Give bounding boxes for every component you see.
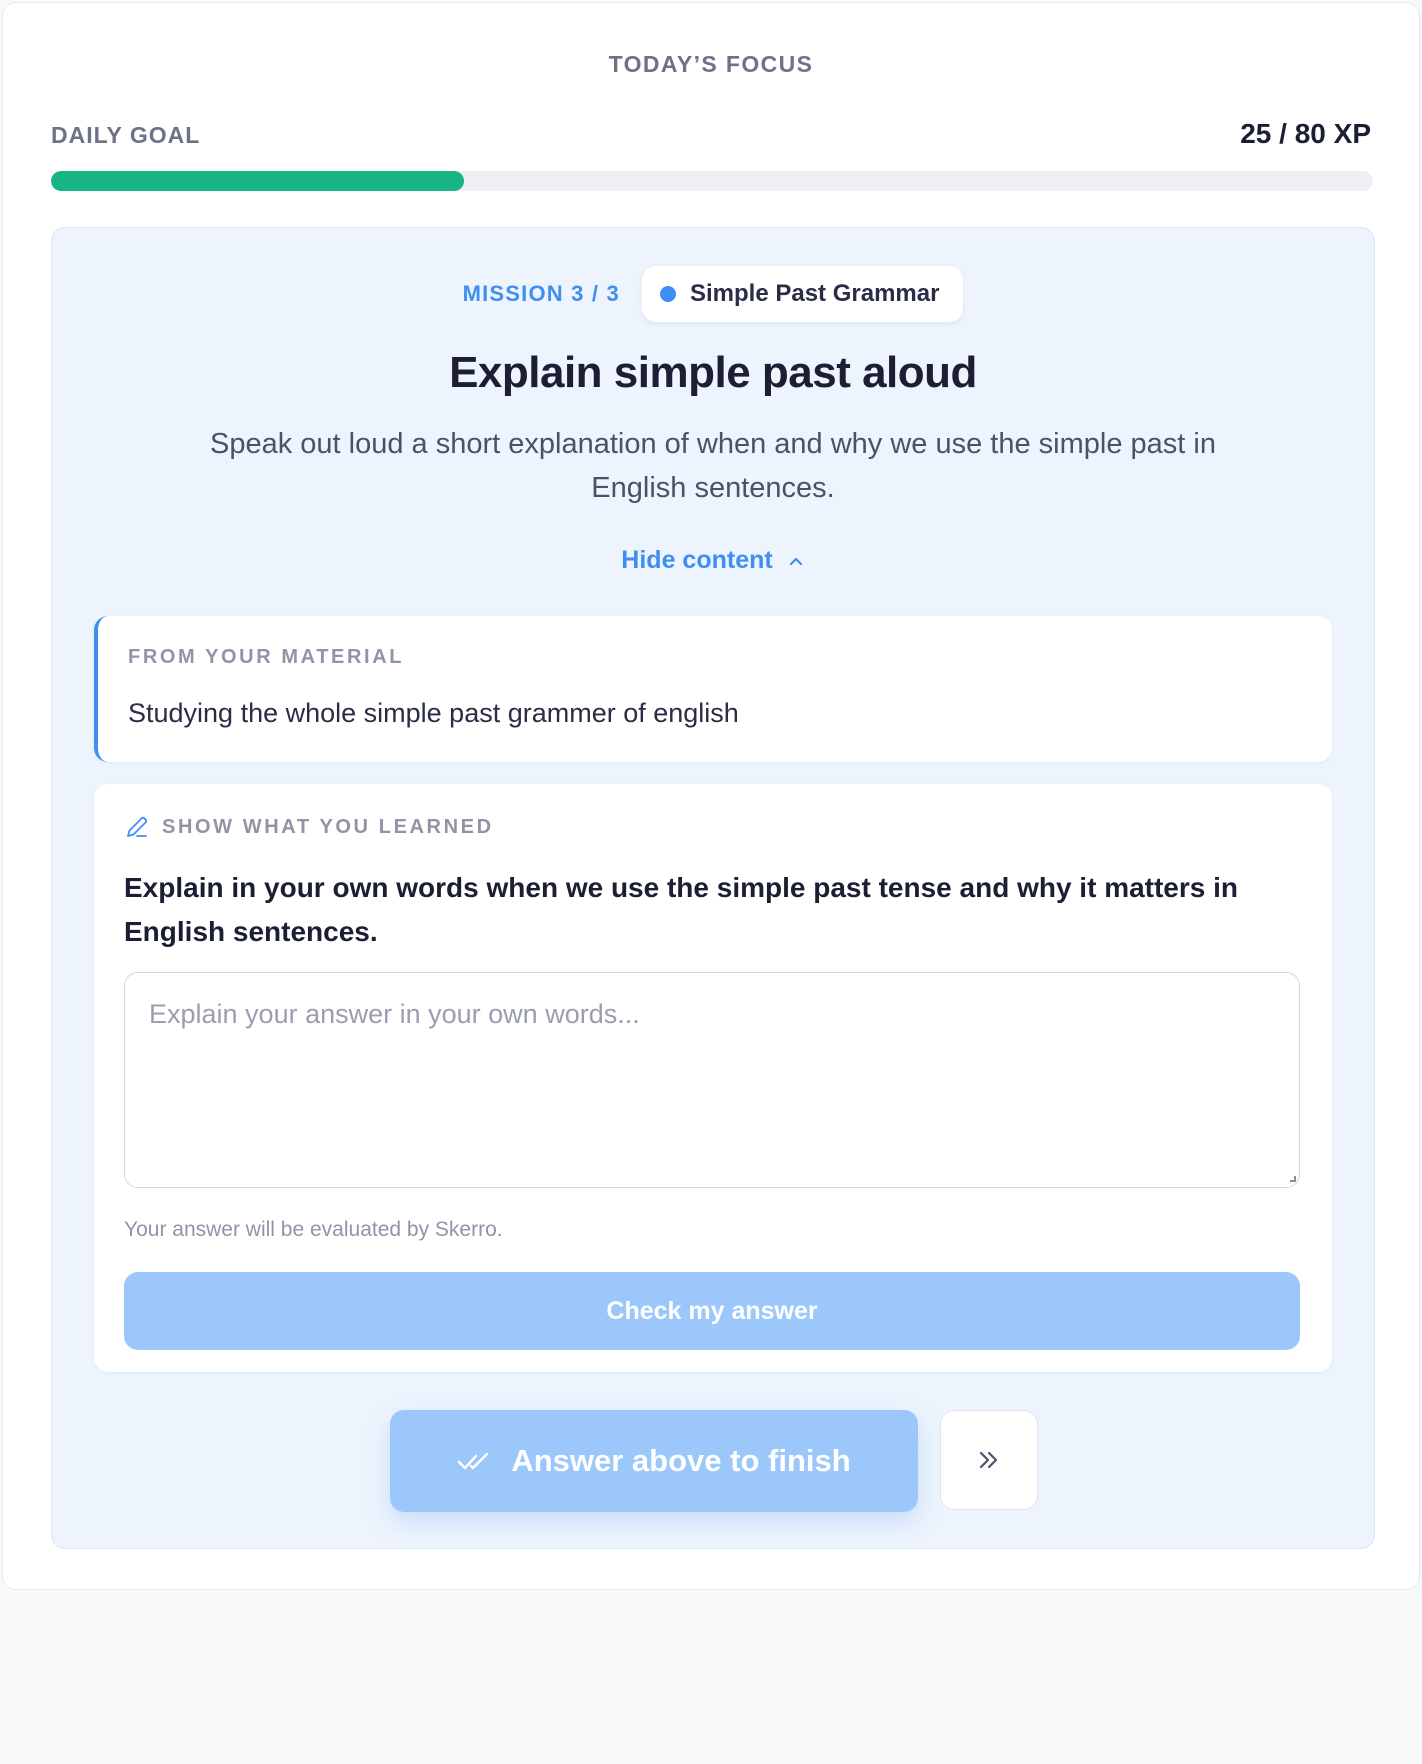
daily-goal-label: DAILY GOAL [51,122,201,148]
check-answer-button[interactable]: Check my answer [124,1272,1300,1350]
pencil-icon [127,816,148,837]
finish-button[interactable]: Answer above to finish [390,1410,918,1512]
today-focus-card: TODAY’S FOCUS DAILY GOAL 25 / 80 XP MISS… [2,2,1420,1590]
answer-input[interactable] [124,972,1300,1188]
mission-description: Speak out loud a short explanation of wh… [210,428,1216,504]
double-chevron-right-icon [979,1451,998,1469]
focus-title: TODAY’S FOCUS [608,51,814,77]
mission-header: MISSION 3 / 3 Simple Past Grammar [52,266,1374,322]
topic-dot-icon [659,286,676,302]
mission-title: Explain simple past aloud [449,348,977,397]
finish-label: Answer above to finish [511,1443,851,1478]
daily-goal-progress-fill [51,171,465,191]
learned-heading-text: SHOW WHAT YOU LEARNED [162,815,494,838]
skip-button[interactable] [940,1410,1038,1510]
mission-counter: MISSION 3 / 3 [462,281,620,306]
daily-goal-xp: 25 / 80 XP [1240,118,1371,149]
topic-badge: Simple Past Grammar [641,266,964,322]
material-text: Studying the whole simple past grammer o… [128,698,739,728]
material-heading: FROM YOUR MATERIAL [128,646,405,668]
double-check-icon [458,1452,489,1470]
learned-heading: SHOW WHAT YOU LEARNED [124,814,494,840]
learned-question: Explain in your own words when we use th… [124,872,1239,947]
hide-content-label: Hide content [621,546,773,574]
hide-content-toggle[interactable]: Hide content [52,546,1374,575]
material-card: FROM YOUR MATERIAL Studying the whole si… [94,616,1332,762]
chevron-up-icon [789,557,802,565]
daily-goal-progress-bar [51,171,1373,191]
resize-grip-icon[interactable] [1290,1176,1296,1182]
mission-panel: MISSION 3 / 3 Simple Past Grammar Explai… [51,227,1375,1549]
show-what-you-learned-card: SHOW WHAT YOU LEARNED Explain in your ow… [94,784,1332,1372]
topic-label: Simple Past Grammar [689,280,940,307]
evaluation-note: Your answer will be evaluated by Skerro. [124,1218,503,1241]
